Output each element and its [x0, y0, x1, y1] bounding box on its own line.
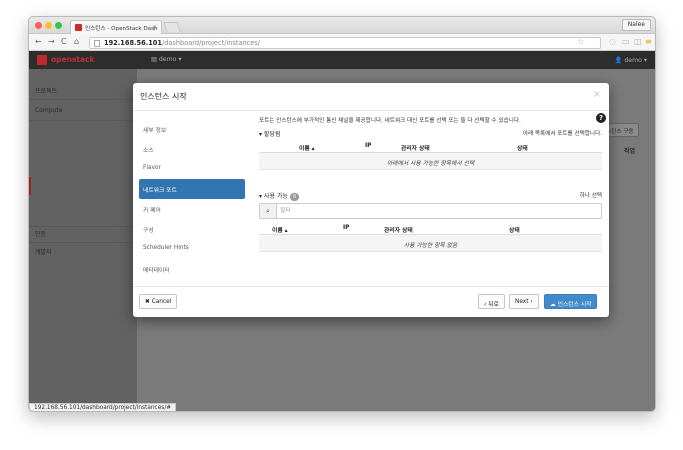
- extension-icon[interactable]: ◌: [609, 37, 616, 46]
- sidebar-item-developer[interactable]: 개발자: [35, 247, 52, 256]
- step-scheduler-hints[interactable]: Scheduler Hints: [139, 239, 245, 259]
- forward-arrow-icon[interactable]: →: [48, 37, 55, 46]
- browser-tab-bar: 인스턴스 - OpenStack Dash × Nalee: [29, 17, 655, 34]
- step-metadata[interactable]: 메타데이터: [139, 259, 245, 279]
- openstack-favicon-icon: [75, 24, 82, 31]
- close-icon[interactable]: ×: [593, 89, 601, 100]
- openstack-topbar: openstack ▤ demo ▾ 👤 demo ▾: [29, 51, 655, 69]
- project-name: demo: [158, 56, 177, 63]
- sidebar-active-marker: [29, 177, 31, 195]
- sidebar-divider: [29, 226, 137, 227]
- allocated-empty-row: 아래에서 사용 가능한 항목에서 선택: [259, 153, 602, 170]
- extension-icon-2[interactable]: ◫: [634, 37, 642, 46]
- available-section-toggle[interactable]: ▾ 사용 가능 0: [259, 191, 299, 201]
- user-menu[interactable]: 👤 demo ▾: [615, 56, 647, 64]
- launch-instance-button[interactable]: ☁ 인스턴스 시작: [544, 294, 598, 309]
- sidebar-item-identity[interactable]: 인증: [35, 229, 46, 238]
- column-status: 상태: [517, 146, 528, 152]
- bookmark-star-icon[interactable]: ☆: [577, 37, 584, 46]
- openstack-logo-text: openstack: [51, 55, 95, 64]
- step-key-pair[interactable]: 키 페어: [139, 199, 245, 219]
- sidebar-divider: [29, 120, 137, 121]
- close-tab-icon[interactable]: ×: [152, 24, 157, 31]
- step-description: 포트는 인스턴스에 부가적인 통신 채널을 제공합니다. 네트워크 대신 포트를…: [259, 118, 521, 124]
- bg-column-actions: 작업: [624, 148, 636, 155]
- chrome-menu-icon[interactable]: ≡: [645, 37, 652, 46]
- url-host: 192.168.56.101: [104, 39, 162, 47]
- sidebar-divider: [29, 99, 137, 100]
- column-name-sort[interactable]: 이름 ▴: [272, 225, 288, 234]
- column-status: 상태: [509, 228, 520, 234]
- openstack-sidebar: 프로젝트 Compute 인증 개발자: [29, 69, 137, 411]
- column-admin-state: 관리자 상태: [384, 228, 413, 234]
- available-label: ▾ 사용 가능: [259, 193, 288, 200]
- user-name: demo: [624, 57, 642, 64]
- zoom-window-button[interactable]: [55, 22, 62, 29]
- modal-footer: ✖ Cancel ‹ 뒤로 Next › ☁ 인스턴스 시작: [133, 286, 609, 317]
- available-count-badge: 0: [289, 192, 299, 201]
- status-bar-url: 192.168.56.101/dashboard/project/instanc…: [29, 403, 177, 411]
- browser-tab-title: 인스턴스 - OpenStack Dash: [85, 26, 158, 32]
- launch-instance-modal: 인스턴스 시작 × 세부 정보 소스 Flavor 네트워크 포트 키 페어 구…: [133, 83, 609, 317]
- cancel-button[interactable]: ✖ Cancel: [139, 294, 178, 309]
- available-table-header: 이름 ▴ IP 관리자 상태 상태: [259, 221, 602, 235]
- reload-icon[interactable]: C: [61, 37, 67, 46]
- new-tab-button[interactable]: [163, 22, 181, 32]
- search-icon: ⌕: [260, 204, 277, 218]
- column-ip: IP: [365, 143, 372, 149]
- address-bar[interactable]: 192.168.56.101/dashboard/project/instanc…: [89, 37, 601, 49]
- step-flavor[interactable]: Flavor: [139, 159, 245, 179]
- filter-box: ⌕: [259, 203, 602, 219]
- column-name-sort[interactable]: 이름 ▴: [299, 143, 315, 152]
- browser-toolbar: ← → C ⌂ 192.168.56.101/dashboard/project…: [29, 34, 655, 51]
- back-button[interactable]: ‹ 뒤로: [478, 294, 505, 309]
- modal-title: 인스턴스 시작: [140, 92, 187, 101]
- browser-user-profile[interactable]: Nalee: [621, 19, 651, 31]
- close-window-button[interactable]: [35, 22, 42, 29]
- minimize-window-button[interactable]: [45, 22, 52, 29]
- available-hint: 하나 선택: [579, 193, 602, 199]
- modal-header: 인스턴스 시작 ×: [133, 83, 609, 111]
- step-details[interactable]: 세부 정보: [139, 119, 245, 139]
- available-empty-row: 사용 가능한 항목 없음: [259, 235, 602, 252]
- cast-icon[interactable]: ▭: [622, 37, 630, 46]
- column-admin-state: 관리자 상태: [401, 146, 430, 152]
- allocated-hint: 아래 목록에서 포트를 선택합니다.: [522, 131, 602, 137]
- step-source[interactable]: 소스: [139, 139, 245, 159]
- page-icon: [94, 40, 100, 47]
- allocated-table-header: 이름 ▴ IP 관리자 상태 상태: [259, 139, 602, 153]
- project-selector[interactable]: ▤ demo ▾: [151, 56, 181, 63]
- help-icon[interactable]: ?: [596, 113, 606, 123]
- sidebar-item-project[interactable]: 프로젝트: [35, 86, 57, 95]
- filter-input[interactable]: [280, 205, 590, 217]
- step-network-ports[interactable]: 네트워크 포트: [139, 179, 245, 199]
- sidebar-divider: [29, 242, 137, 243]
- openstack-logo-icon: [37, 55, 47, 65]
- column-ip: IP: [343, 225, 350, 231]
- url-path: /dashboard/project/instances/: [161, 39, 261, 47]
- step-configuration[interactable]: 구성: [139, 219, 245, 239]
- allocated-section-toggle[interactable]: ▾ 할당됨: [259, 129, 280, 138]
- wizard-step-menu: 세부 정보 소스 Flavor 네트워크 포트 키 페어 구성 Schedule…: [139, 119, 245, 279]
- back-arrow-icon[interactable]: ←: [35, 37, 42, 46]
- browser-window: 인스턴스 - OpenStack Dash × Nalee ← → C ⌂ 19…: [28, 16, 656, 412]
- browser-tab[interactable]: 인스턴스 - OpenStack Dash ×: [70, 20, 162, 34]
- sidebar-item-compute[interactable]: Compute: [35, 107, 62, 114]
- home-icon[interactable]: ⌂: [74, 37, 79, 46]
- next-button[interactable]: Next ›: [509, 294, 539, 309]
